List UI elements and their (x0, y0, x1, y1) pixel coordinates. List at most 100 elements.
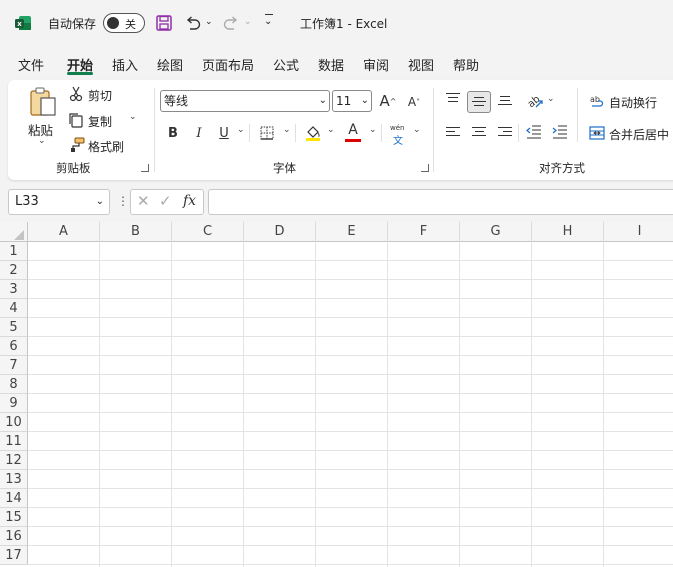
row-header-6[interactable]: 6 (0, 337, 28, 356)
column-header-h[interactable]: H (532, 222, 604, 242)
tab-draw[interactable]: 绘图 (157, 55, 183, 74)
font-color-button[interactable]: A (345, 121, 361, 139)
tab-page-layout[interactable]: 页面布局 (202, 55, 254, 74)
align-center-icon[interactable] (472, 127, 486, 139)
row-header-15[interactable]: 15 (0, 508, 28, 527)
row-header-13[interactable]: 13 (0, 470, 28, 489)
cancel-icon[interactable]: ✕ (137, 192, 150, 210)
borders-dropdown-icon[interactable]: ⌄ (283, 125, 291, 135)
underline-dropdown-icon[interactable]: ⌄ (237, 125, 245, 135)
undo-icon[interactable] (184, 14, 202, 32)
font-color-dropdown-icon[interactable]: ⌄ (369, 125, 377, 135)
save-icon[interactable] (155, 14, 173, 32)
table-row[interactable] (28, 356, 673, 375)
tab-insert[interactable]: 插入 (112, 55, 138, 74)
phonetic-dropdown-icon[interactable]: ⌄ (413, 125, 421, 135)
tab-formulas[interactable]: 公式 (273, 55, 299, 74)
top-align-icon[interactable] (446, 93, 460, 105)
insert-function-button[interactable]: fx (183, 193, 196, 209)
copy-icon[interactable] (68, 112, 84, 128)
borders-icon[interactable] (260, 126, 274, 140)
bold-button[interactable]: B (165, 123, 181, 143)
align-right-icon[interactable] (498, 127, 512, 139)
table-row[interactable] (28, 337, 673, 356)
table-row[interactable] (28, 527, 673, 546)
tab-view[interactable]: 视图 (408, 55, 434, 74)
row-header-9[interactable]: 9 (0, 394, 28, 413)
fill-color-dropdown-icon[interactable]: ⌄ (327, 125, 335, 135)
row-header-10[interactable]: 10 (0, 413, 28, 432)
row-header-17[interactable]: 17 (0, 546, 28, 565)
format-painter-icon[interactable] (68, 137, 86, 153)
column-header-e[interactable]: E (316, 222, 388, 242)
column-header-i[interactable]: I (604, 222, 673, 242)
worksheet-grid[interactable]: ABCDEFGHI 1 2 3 4 5 6 7 8 9 10 11 12 13 14 15 16 17 (0, 222, 673, 567)
tab-file[interactable]: 文件 (18, 55, 44, 74)
customize-qat-icon[interactable]: ⌄ (264, 16, 272, 27)
middle-align-button[interactable] (467, 91, 491, 113)
format-painter-button[interactable]: 格式刷 (88, 138, 124, 155)
undo-dropdown-icon[interactable]: ⌄ (205, 17, 213, 27)
column-header-b[interactable]: B (100, 222, 172, 242)
row-header-12[interactable]: 12 (0, 451, 28, 470)
increase-indent-icon[interactable] (552, 125, 568, 139)
column-header-d[interactable]: D (244, 222, 316, 242)
table-row[interactable] (28, 280, 673, 299)
copy-dropdown-icon[interactable]: ⌄ (129, 112, 137, 122)
table-row[interactable] (28, 394, 673, 413)
table-row[interactable] (28, 451, 673, 470)
table-row[interactable] (28, 432, 673, 451)
table-row[interactable] (28, 508, 673, 527)
copy-button[interactable]: 复制 (88, 113, 112, 130)
table-row[interactable] (28, 375, 673, 394)
row-header-4[interactable]: 4 (0, 299, 28, 318)
table-row[interactable] (28, 242, 673, 261)
column-header-f[interactable]: F (388, 222, 460, 242)
bottom-align-icon[interactable] (498, 96, 512, 108)
table-row[interactable] (28, 413, 673, 432)
table-row[interactable] (28, 546, 673, 565)
row-header-7[interactable]: 7 (0, 356, 28, 375)
row-header-16[interactable]: 16 (0, 527, 28, 546)
row-header-14[interactable]: 14 (0, 489, 28, 508)
tab-help[interactable]: 帮助 (453, 55, 479, 74)
clipboard-launcher-icon[interactable] (141, 164, 149, 172)
autosave-toggle[interactable]: 关 (103, 13, 145, 33)
paste-icon[interactable] (28, 86, 58, 118)
formula-input[interactable] (208, 189, 673, 215)
orientation-icon[interactable]: ab (526, 92, 544, 110)
column-header-c[interactable]: C (172, 222, 244, 242)
paste-dropdown-icon[interactable]: ⌄ (38, 136, 46, 146)
merge-center-icon[interactable] (589, 125, 605, 141)
row-header-5[interactable]: 5 (0, 318, 28, 337)
row-header-11[interactable]: 11 (0, 432, 28, 451)
table-row[interactable] (28, 261, 673, 280)
italic-button[interactable]: I (191, 123, 207, 143)
shrink-font-button[interactable]: A ˅ (404, 92, 424, 112)
redo-dropdown-icon[interactable]: ⌄ (244, 17, 252, 27)
table-row[interactable] (28, 299, 673, 318)
column-header-a[interactable]: A (28, 222, 100, 242)
decrease-indent-icon[interactable] (526, 125, 542, 139)
grow-font-button[interactable]: A ^ (378, 90, 398, 112)
row-header-8[interactable]: 8 (0, 375, 28, 394)
phonetic-guide-icon[interactable]: 文 (393, 132, 403, 147)
row-header-1[interactable]: 1 (0, 242, 28, 261)
fill-color-icon[interactable] (305, 124, 321, 142)
enter-icon[interactable]: ✓ (159, 192, 172, 210)
font-launcher-icon[interactable] (421, 164, 429, 172)
row-header-3[interactable]: 3 (0, 280, 28, 299)
redo-icon[interactable] (222, 14, 240, 32)
row-header-2[interactable]: 2 (0, 261, 28, 280)
font-name-select[interactable]: 等线 ⌄ (160, 90, 330, 112)
orientation-dropdown-icon[interactable]: ⌄ (547, 94, 555, 104)
table-row[interactable] (28, 489, 673, 508)
column-header-g[interactable]: G (460, 222, 532, 242)
wrap-text-button[interactable]: 自动换行 (609, 94, 657, 111)
name-box[interactable]: L33 ⌄ (8, 189, 110, 215)
wrap-text-icon[interactable]: ab (590, 93, 606, 109)
merge-center-button[interactable]: 合并后居中 (609, 126, 669, 143)
cut-button[interactable]: 剪切 (88, 87, 112, 104)
tab-data[interactable]: 数据 (318, 55, 344, 74)
font-size-select[interactable]: 11 ⌄ (332, 90, 372, 112)
